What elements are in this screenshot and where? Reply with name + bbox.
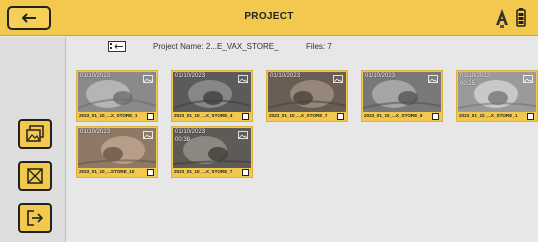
select-box-icon [27,168,43,184]
exit-icon [27,210,44,226]
select-checkbox[interactable] [432,113,439,120]
file-date: 01/10/2023 [270,73,301,79]
photo-type-icon [333,75,343,83]
gallery-button[interactable] [18,119,52,149]
top-bar: PROJECT [0,0,538,36]
file-name: 2023_01_10_...X_STORE_7 [174,169,233,174]
photo-type-icon [428,75,438,83]
file-thumbnail[interactable]: 01/10/2023 2023_01_10_...X_STORE_4 [171,70,253,122]
file-date: 01/10/2023 [175,129,206,135]
photo-type-icon [238,75,248,83]
exit-button[interactable] [18,203,52,233]
file-name: 2023_01_10_...X_STORE_7 [269,113,328,118]
file-date: 01/10/2023 [460,73,491,79]
select-checkbox[interactable] [242,113,249,120]
file-name: 2023_01_10_...X_STORE_6 [364,113,423,118]
file-thumbnail[interactable]: 01/10/2023 00:38 2023_01_10_...X_STORE_7 [171,126,253,178]
folder-back-icon[interactable] [108,41,126,52]
select-checkbox[interactable] [337,113,344,120]
file-date: 01/10/2023 [80,73,111,79]
files-count: Files: 7 [306,42,332,51]
project-name: Project Name: 2...E_VAX_STORE_ [153,42,279,51]
gallery-icon [26,125,44,142]
file-date: 01/10/2023 [80,129,111,135]
page-title: PROJECT [244,11,294,22]
select-checkbox[interactable] [527,113,534,120]
file-date: 01/10/2023 [365,73,396,79]
file-name: 2023_01_10_...X_STORE_1 [79,113,138,118]
video-duration: 00:38 [175,137,191,143]
file-thumbnail[interactable]: 01/10/2023 2023_01_10_...X_STORE_6 [361,70,443,122]
file-date: 01/10/2023 [175,73,206,79]
sidebar [0,37,66,242]
select-checkbox[interactable] [242,169,249,176]
tool-a-icon [496,9,508,28]
file-thumbnail[interactable]: 01/10/2023 00:25 2023_01_10_...X_STORE_1 [456,70,538,122]
photo-type-icon [143,75,153,83]
file-thumbnail[interactable]: 01/10/2023 2023_01_10_...X_STORE_1 [76,70,158,122]
video-duration: 00:25 [460,81,476,87]
photo-type-icon [143,131,153,139]
file-name: 2023_01_10_...X_STORE_1 [459,113,518,118]
file-name: 2023_01_10_...STORE_10 [79,169,135,174]
file-thumbnail[interactable]: 01/10/2023 2023_01_10_...X_STORE_7 [266,70,348,122]
select-checkbox[interactable] [147,169,154,176]
file-thumbnail[interactable]: 01/10/2023 2023_01_10_...STORE_10 [76,126,158,178]
file-name: 2023_01_10_...X_STORE_4 [174,113,233,118]
battery-icon [516,8,526,27]
photo-type-icon [523,75,533,83]
select-checkbox[interactable] [147,113,154,120]
project-info-row: Project Name: 2...E_VAX_STORE_ Files: 7 [66,40,538,56]
photo-type-icon [238,131,248,139]
select-button[interactable] [18,161,52,191]
